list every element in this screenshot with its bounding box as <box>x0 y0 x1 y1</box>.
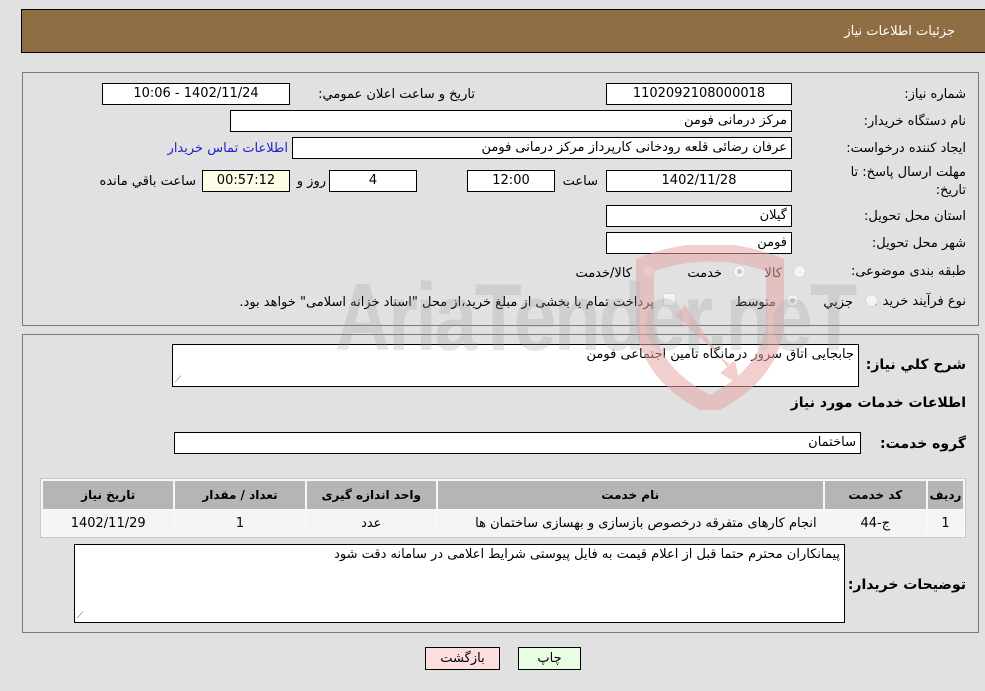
city-field: فومن <box>606 232 792 254</box>
description-text: جابجایی اتاق سرور درمانگاه تامین اجتماعی… <box>586 347 854 362</box>
process-medium-radio[interactable] <box>786 294 799 307</box>
province-label: استان محل تحويل: <box>864 209 966 224</box>
resize-grip-icon[interactable]: ⟋ <box>77 611 83 621</box>
col-header-unit: واحد اندازه گيری <box>306 481 436 509</box>
treasury-bonds-checkbox[interactable] <box>663 293 676 306</box>
page-header: جزئیات اطلاعات نیاز <box>21 9 985 53</box>
cell-service-name: انجام کارهای متفرقه درخصوص بازسازی و بهس… <box>437 511 823 535</box>
cell-row-number: 1 <box>927 511 963 535</box>
remaining-time-label: ساعت باقي مانده <box>99 174 196 189</box>
table-header-row: رديف کد خدمت نام خدمت واحد اندازه گيری ت… <box>43 481 963 509</box>
category-label: طبقه بندی موضوعی: <box>850 264 966 279</box>
cell-need-date: 1402/11/29 <box>43 511 174 535</box>
requester-label: ايجاد کننده درخواست: <box>846 141 966 156</box>
col-header-need-date: تاریخ نیاز <box>43 481 174 509</box>
city-label: شهر محل تحويل: <box>871 236 966 251</box>
description-textarea[interactable]: جابجایی اتاق سرور درمانگاه تامین اجتماعی… <box>172 344 859 387</box>
need-number-field: 1102092108000018 <box>606 83 792 105</box>
category-goods-radio[interactable] <box>793 265 806 278</box>
resize-grip-icon[interactable]: ⟋ <box>175 375 181 385</box>
service-group-label: گروه خدمت: <box>880 436 966 452</box>
process-medium-label: متوسط <box>735 295 776 310</box>
deadline-date-field: 1402/11/28 <box>606 170 792 192</box>
service-group-field: ساختمان <box>174 432 861 454</box>
cell-unit: عدد <box>306 511 436 535</box>
page-title: جزئیات اطلاعات نیاز <box>844 24 955 39</box>
need-info-panel: شماره نیاز: 1102092108000018 تاریخ و ساع… <box>22 72 979 326</box>
deadline-time-label: ساعت <box>562 174 598 189</box>
back-button[interactable]: بازگشت <box>425 647 500 670</box>
cell-service-code: ج-44 <box>824 511 926 535</box>
requester-field: عرفان رضائی قلعه رودخانی کارپرداز مرکز د… <box>292 137 792 159</box>
services-heading: اطلاعات خدمات مورد نياز <box>790 395 966 411</box>
buyer-notes-textarea[interactable]: پیمانکاران محترم حتما قبل از اعلام قیمت … <box>74 544 845 623</box>
col-header-service-name: نام خدمت <box>437 481 823 509</box>
process-minor-label: جزيي <box>823 295 853 310</box>
province-field: گيلان <box>606 205 792 227</box>
deadline-label-line2: تاریخ: <box>935 183 966 198</box>
services-table: رديف کد خدمت نام خدمت واحد اندازه گيری ت… <box>40 478 966 538</box>
days-remaining-field: 4 <box>329 170 417 192</box>
deadline-time-field: 12:00 <box>467 170 555 192</box>
announce-date-field: 1402/11/24 - 10:06 <box>102 83 290 105</box>
need-number-label: شماره نیاز: <box>904 87 966 102</box>
col-header-service-code: کد خدمت <box>824 481 926 509</box>
remaining-time-field: 00:57:12 <box>202 170 290 192</box>
buyer-notes-text: پیمانکاران محترم حتما قبل از اعلام قیمت … <box>334 547 840 562</box>
category-goods-service-label: کالا/خدمت <box>575 266 632 281</box>
cell-quantity: 1 <box>175 511 305 535</box>
col-header-quantity: تعداد / مقدار <box>175 481 305 509</box>
buyer-org-label: نام دستگاه خريدار: <box>863 114 966 129</box>
buyer-notes-label: توضيحات خريدار: <box>847 577 966 593</box>
days-label: روز و <box>296 174 326 189</box>
announce-date-label: تاریخ و ساعت اعلان عمومي: <box>318 87 475 102</box>
process-label: نوع فرآيند خريد : <box>874 294 966 309</box>
category-goods-service-radio[interactable] <box>642 265 655 278</box>
print-button[interactable]: چاپ <box>518 647 581 670</box>
process-minor-radio[interactable] <box>865 294 878 307</box>
description-label: شرح کلي نياز: <box>865 357 966 373</box>
category-service-radio[interactable] <box>733 265 746 278</box>
category-service-label: خدمت <box>687 266 722 281</box>
category-goods-label: کالا <box>764 266 782 281</box>
table-row: 1 ج-44 انجام کارهای متفرقه درخصوص بازساز… <box>43 511 963 535</box>
need-details-panel: شرح کلي نياز: جابجایی اتاق سرور درمانگاه… <box>22 334 979 633</box>
deadline-label-line1: مهلت ارسال پاسخ: تا <box>850 165 966 180</box>
buyer-contact-link[interactable]: اطلاعات تماس خريدار <box>168 141 288 156</box>
buyer-org-field: مرکز درمانی فومن <box>230 110 792 132</box>
col-header-row-number: رديف <box>927 481 963 509</box>
treasury-bonds-label: پرداخت تمام يا بخشی از مبلغ خريد،از محل … <box>239 295 654 310</box>
